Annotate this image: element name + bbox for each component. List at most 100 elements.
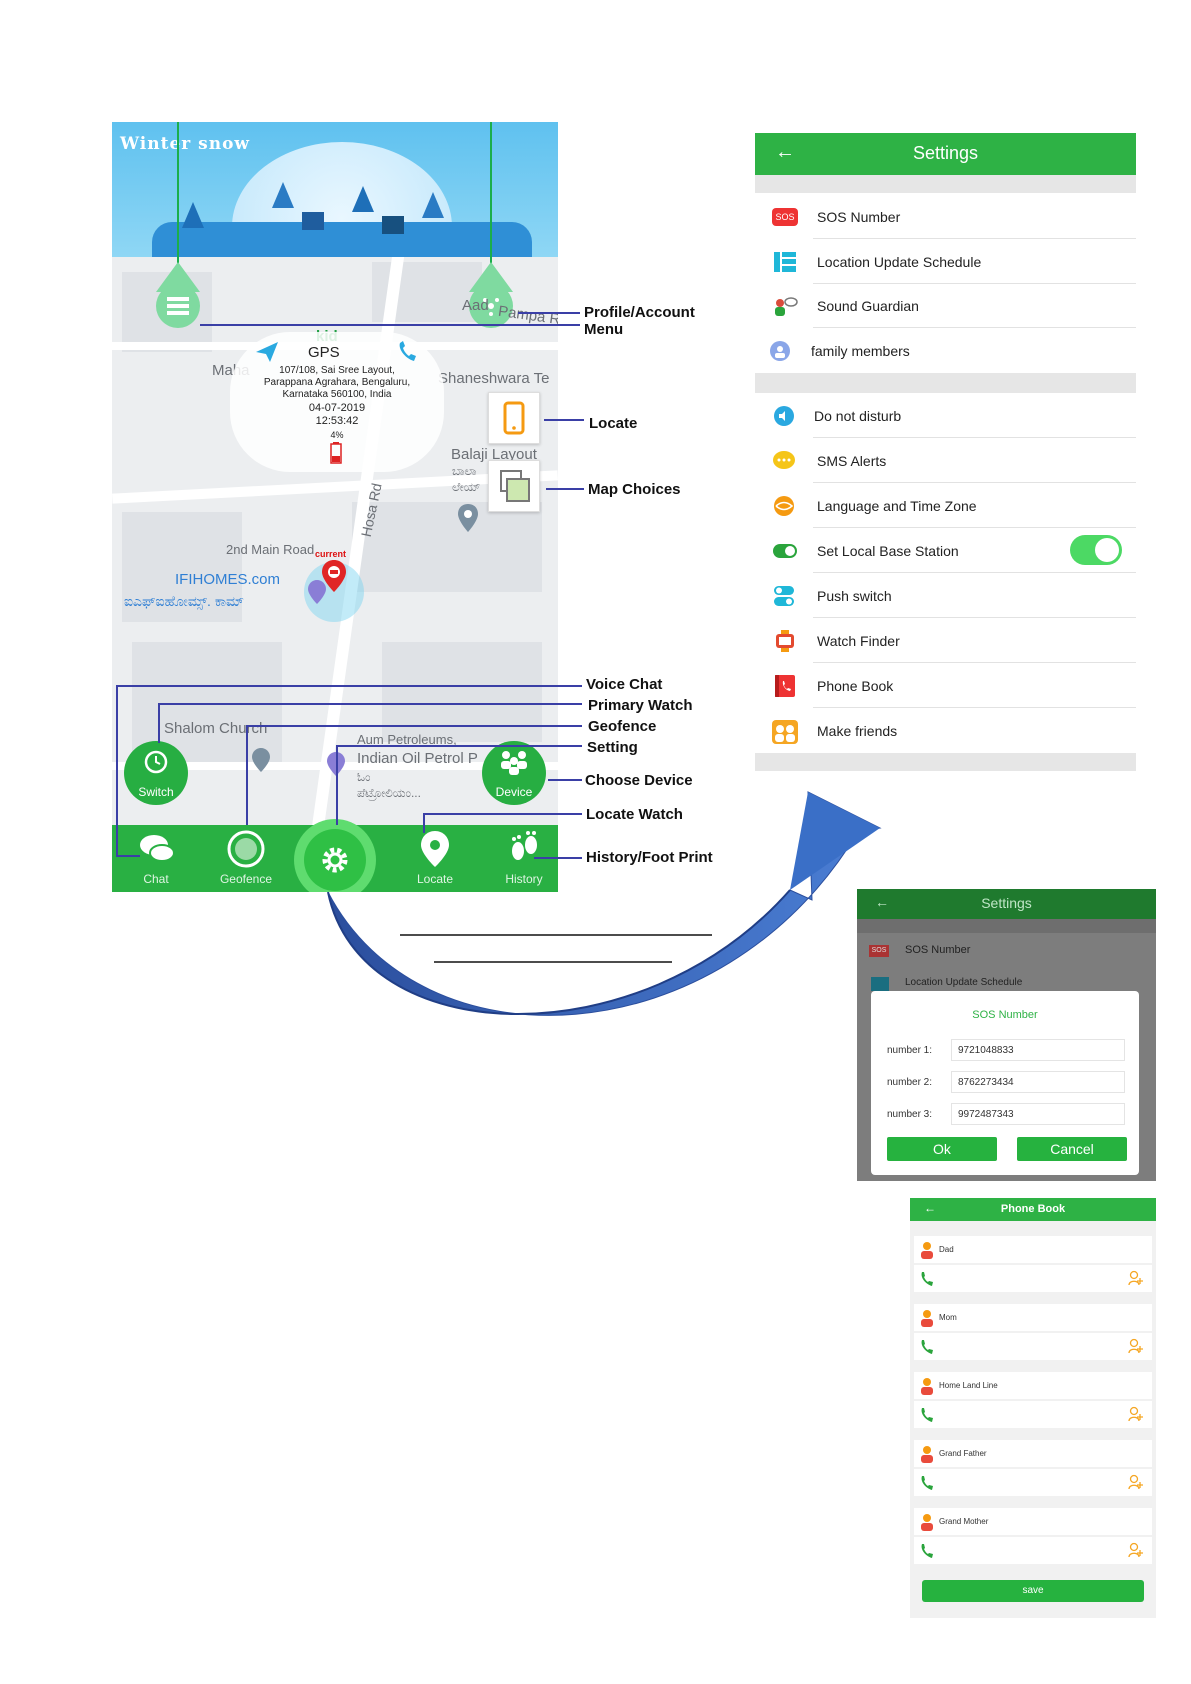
callout-geofence: Geofence bbox=[588, 718, 657, 735]
contact-name-row[interactable]: Dad bbox=[914, 1236, 1152, 1263]
contact-phone-row[interactable] bbox=[914, 1537, 1152, 1564]
current-label: current bbox=[315, 549, 347, 559]
globe-icon bbox=[774, 496, 794, 516]
map-label: ಓಂ bbox=[357, 770, 371, 784]
settings-item-language-timezone[interactable]: Language and Time Zone bbox=[755, 484, 1136, 528]
phone-icon[interactable] bbox=[396, 340, 418, 364]
settings-item-sound-guardian[interactable]: Sound Guardian bbox=[755, 284, 1136, 328]
device-label: Device bbox=[495, 785, 533, 799]
settings-item-base-station[interactable]: Set Local Base Station bbox=[755, 529, 1136, 573]
settings-item-label: family members bbox=[811, 343, 910, 359]
profile-menu-button[interactable] bbox=[156, 284, 200, 328]
add-contact-icon[interactable] bbox=[1128, 1474, 1144, 1490]
contact-name-row[interactable]: Grand Father bbox=[914, 1440, 1152, 1467]
contact-card[interactable]: Grand Mother bbox=[914, 1508, 1152, 1564]
tab-chat[interactable]: Chat bbox=[116, 825, 196, 892]
settings-item-label: Push switch bbox=[817, 588, 892, 604]
phone-book-icon bbox=[775, 675, 795, 697]
row-separator bbox=[813, 437, 1136, 438]
send-icon bbox=[256, 342, 278, 362]
settings-item-label: Location Update Schedule bbox=[817, 254, 982, 270]
contact-card[interactable]: Home Land Line bbox=[914, 1372, 1152, 1428]
settings-item-location-schedule[interactable]: Location Update Schedule bbox=[755, 240, 1136, 284]
choose-device-button[interactable]: Device bbox=[482, 741, 546, 805]
settings-item-label: Phone Book bbox=[817, 678, 894, 694]
settings-item-make-friends[interactable]: Make friends bbox=[755, 709, 1136, 753]
phone-icon bbox=[921, 1408, 933, 1422]
map-pin-icon bbox=[458, 504, 478, 532]
map-label: Aad bbox=[462, 297, 489, 314]
contact-phone-row[interactable] bbox=[914, 1469, 1152, 1496]
tab-geofence[interactable]: Geofence bbox=[206, 825, 286, 892]
callout-line bbox=[336, 745, 582, 747]
save-button[interactable]: save bbox=[922, 1580, 1144, 1602]
section-divider bbox=[755, 753, 1136, 771]
settings-item-label: Do not disturb bbox=[814, 408, 902, 424]
contact-phone-row[interactable] bbox=[914, 1265, 1152, 1292]
add-contact-icon[interactable] bbox=[1128, 1542, 1144, 1558]
callout-line bbox=[116, 855, 140, 857]
contact-name-row[interactable]: Mom bbox=[914, 1304, 1152, 1331]
cancel-button[interactable]: Cancel bbox=[1017, 1137, 1127, 1161]
poi-pin-icon bbox=[308, 580, 326, 604]
callout-line bbox=[423, 813, 425, 833]
contact-card[interactable]: Grand Father bbox=[914, 1440, 1152, 1496]
callout-locate: Locate bbox=[589, 415, 638, 432]
locate-button[interactable] bbox=[488, 392, 540, 444]
person-icon bbox=[921, 1446, 933, 1463]
house-icon bbox=[302, 212, 324, 230]
row-separator bbox=[813, 327, 1136, 328]
bottom-tab-bar: Chat Geofence Locate History bbox=[112, 819, 558, 892]
callout-line bbox=[158, 703, 582, 705]
sos-badge: SOS bbox=[869, 945, 889, 957]
callout-line bbox=[158, 703, 160, 743]
settings-item-push-switch[interactable]: Push switch bbox=[755, 574, 1136, 618]
settings-item-phone-book[interactable]: Phone Book bbox=[755, 664, 1136, 708]
watch-icon bbox=[144, 750, 168, 774]
settings-item-do-not-disturb[interactable]: Do not disturb bbox=[755, 394, 1136, 438]
contact-phone-row[interactable] bbox=[914, 1401, 1152, 1428]
settings-item-label: Make friends bbox=[817, 723, 898, 739]
battery-icon bbox=[330, 442, 342, 464]
sos-number-3-input[interactable]: 9972487343 bbox=[951, 1103, 1125, 1125]
sos-number-screen: ← Settings SOS SOS Number Location Updat… bbox=[857, 889, 1156, 1181]
battery-text: 4% bbox=[330, 430, 344, 440]
tab-label: Chat bbox=[143, 872, 169, 886]
contact-name-row[interactable]: Home Land Line bbox=[914, 1372, 1152, 1399]
sos-header: ← Settings bbox=[857, 889, 1156, 919]
sos-number-1-input[interactable]: 9721048833 bbox=[951, 1039, 1125, 1061]
callout-profile: Profile/Account Menu bbox=[584, 304, 695, 338]
settings-item-sms-alerts[interactable]: SMS Alerts bbox=[755, 439, 1136, 483]
add-contact-icon[interactable] bbox=[1128, 1338, 1144, 1354]
callout-line bbox=[246, 725, 582, 727]
contact-card[interactable]: Dad bbox=[914, 1236, 1152, 1292]
map-label: ಬಾಲಾ bbox=[452, 464, 477, 478]
settings-item-family-members[interactable]: family members bbox=[755, 329, 1136, 373]
settings-item-label: Sound Guardian bbox=[817, 298, 919, 314]
settings-item-label: SOS Number bbox=[817, 209, 901, 225]
map-screen: Winter snow Maha Aad Pampa R Shaneshwara… bbox=[112, 122, 558, 892]
settings-title: Settings bbox=[912, 143, 979, 163]
add-contact-icon[interactable] bbox=[1128, 1270, 1144, 1286]
row-separator bbox=[813, 617, 1136, 618]
address-line: Parappana Agrahara, Bengaluru, bbox=[263, 377, 411, 388]
contact-phone-row[interactable] bbox=[914, 1333, 1152, 1360]
map-choices-button[interactable] bbox=[488, 460, 540, 512]
geofence-icon bbox=[227, 830, 265, 868]
ok-button[interactable]: Ok bbox=[887, 1137, 997, 1161]
contact-name-row[interactable]: Grand Mother bbox=[914, 1508, 1152, 1535]
callout-locate-watch: Locate Watch bbox=[586, 806, 683, 823]
settings-item-label: Set Local Base Station bbox=[817, 543, 959, 559]
callout-line bbox=[546, 488, 584, 490]
add-contact-icon[interactable] bbox=[1128, 1406, 1144, 1422]
schedule-icon bbox=[774, 252, 796, 272]
settings-item-sos-number[interactable]: SOS SOS Number bbox=[755, 195, 1136, 239]
settings-item-watch-finder[interactable]: Watch Finder bbox=[755, 619, 1136, 663]
contact-card[interactable]: Mom bbox=[914, 1304, 1152, 1360]
base-station-toggle[interactable] bbox=[1070, 535, 1122, 565]
mode-text: GPS bbox=[308, 344, 340, 361]
switch-watch-button[interactable]: Switch bbox=[124, 741, 188, 805]
settings-button[interactable] bbox=[294, 819, 376, 892]
tab-locate[interactable]: Locate bbox=[395, 825, 475, 892]
sos-number-2-input[interactable]: 8762273434 bbox=[951, 1071, 1125, 1093]
